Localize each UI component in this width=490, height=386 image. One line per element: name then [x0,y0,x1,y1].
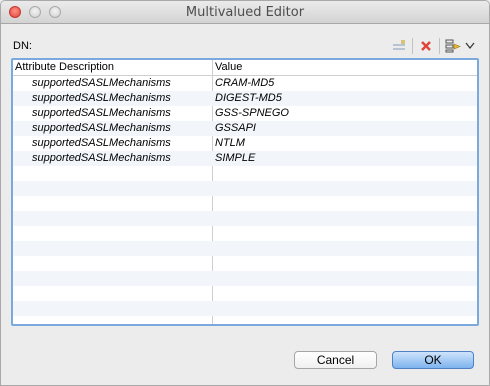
value-cell: NTLM [215,137,245,149]
empty-row [13,301,477,316]
attribute-cell: supportedSASLMechanisms [32,107,171,119]
view-menu-button[interactable] [463,36,477,56]
empty-row [13,166,477,181]
dn-label: DN: [13,40,32,52]
empty-row [13,196,477,211]
cancel-button[interactable]: Cancel [294,351,377,369]
value-cell: GSS-SPNEGO [215,107,289,119]
toolbar-separator [439,38,440,54]
value-cell: CRAM-MD5 [215,77,275,89]
table-row[interactable]: supportedSASLMechanisms GSSAPI [13,121,477,136]
delete-button[interactable] [416,36,436,56]
add-filter-icon [445,39,461,53]
multivalued-editor-dialog: Multivalued Editor DN: Attribute Descrip… [0,0,490,386]
empty-row [13,286,477,301]
table-header: Attribute Description Value [13,60,477,76]
table-row[interactable]: supportedSASLMechanisms SIMPLE [13,151,477,166]
empty-row [13,316,477,324]
values-table[interactable]: Attribute Description Value supportedSAS… [11,58,479,326]
value-cell: SIMPLE [215,152,256,164]
chevron-down-icon [465,42,475,49]
delete-icon [421,41,431,51]
value-cell: DIGEST-MD5 [215,92,282,104]
add-filter-button[interactable] [443,36,463,56]
attribute-cell: supportedSASLMechanisms [32,122,171,134]
empty-row [13,256,477,271]
attribute-cell: supportedSASLMechanisms [32,152,171,164]
ok-button[interactable]: OK [392,351,474,369]
empty-row [13,226,477,241]
empty-row [13,211,477,226]
toolbar-separator [412,38,413,54]
table-row[interactable]: supportedSASLMechanisms DIGEST-MD5 [13,91,477,106]
attribute-cell: supportedSASLMechanisms [32,137,171,149]
new-value-icon [393,40,405,50]
toolbar [389,36,477,56]
attribute-cell: supportedSASLMechanisms [32,77,171,89]
empty-row [13,241,477,256]
window-title: Multivalued Editor [185,5,305,20]
value-cell: GSSAPI [215,122,256,134]
attribute-cell: supportedSASLMechanisms [32,92,171,104]
empty-row [13,271,477,286]
table-row[interactable]: supportedSASLMechanisms GSS-SPNEGO [13,106,477,121]
title-bar: Multivalued Editor [1,1,489,24]
column-header-attribute[interactable]: Attribute Description [15,61,114,73]
empty-row [13,181,477,196]
table-row[interactable]: supportedSASLMechanisms NTLM [13,136,477,151]
table-row[interactable]: supportedSASLMechanisms CRAM-MD5 [13,76,477,91]
table-body: supportedSASLMechanisms CRAM-MD5 supporte… [13,76,477,324]
column-header-value[interactable]: Value [215,61,242,73]
new-value-button[interactable] [389,36,409,56]
